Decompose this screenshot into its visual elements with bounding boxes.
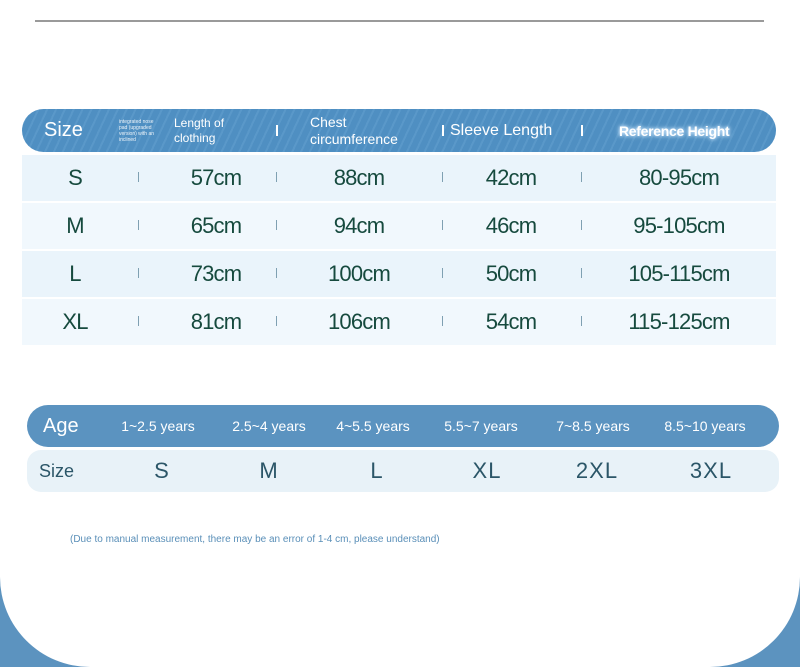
age-value: 2.5~4 years xyxy=(232,418,306,434)
cell-sleeve: 54cm xyxy=(485,309,537,334)
measurement-note: (Due to manual measurement, there may be… xyxy=(70,534,440,545)
size-row-m: M 65cm 94cm 46cm 95-105cm xyxy=(22,203,776,249)
size-value: M xyxy=(259,458,279,483)
cell-chest: 88cm xyxy=(333,165,385,190)
cell-sleeve: 42cm xyxy=(485,165,537,190)
cell-sleeve: 46cm xyxy=(485,213,537,238)
row-separator xyxy=(442,316,443,326)
cell-size: L xyxy=(69,261,81,286)
cell-sleeve: 50cm xyxy=(485,261,537,286)
cell-length: 81cm xyxy=(190,309,242,334)
size-value: L xyxy=(370,458,384,483)
row-separator xyxy=(276,220,277,230)
top-divider xyxy=(35,20,764,22)
cell-chest: 94cm xyxy=(333,213,385,238)
age-size-row: Size S M L XL 2XL 3XL xyxy=(27,450,779,492)
cell-length: 73cm xyxy=(190,261,242,286)
cell-size: XL xyxy=(62,309,88,334)
row-separator xyxy=(442,172,443,182)
size-row-l: L 73cm 100cm 50cm 105-115cm xyxy=(22,251,776,297)
row-separator xyxy=(276,268,277,278)
age-value: 8.5~10 years xyxy=(664,418,746,434)
size-value: S xyxy=(154,458,170,483)
row-separator xyxy=(138,268,139,278)
cell-chest: 100cm xyxy=(327,261,391,286)
cell-length: 57cm xyxy=(190,165,242,190)
row-separator xyxy=(581,268,582,278)
header-chest: Chest circumference xyxy=(310,113,398,147)
row-separator xyxy=(442,220,443,230)
age-value: 5.5~7 years xyxy=(444,418,518,434)
size-value: XL xyxy=(472,458,502,483)
age-value: 7~8.5 years xyxy=(556,418,630,434)
header-sleeve: Sleeve Length xyxy=(450,121,553,139)
header-reference-height: Reference Height xyxy=(619,122,730,139)
cell-chest: 106cm xyxy=(327,309,391,334)
header-size: Size xyxy=(44,119,83,141)
cell-size: S xyxy=(68,165,83,190)
header-length: Length of clothing xyxy=(174,115,225,145)
row-separator xyxy=(581,316,582,326)
header-tiny-note: integrated nose pad (upgraded version) w… xyxy=(119,118,155,143)
age-label: Age xyxy=(43,414,79,437)
row-separator xyxy=(138,172,139,182)
size-value: 2XL xyxy=(575,458,619,483)
row-separator xyxy=(276,172,277,182)
cell-height: 115-125cm xyxy=(628,309,730,334)
row-separator xyxy=(138,220,139,230)
size-row-xl: XL 81cm 106cm 54cm 115-125cm xyxy=(22,299,776,345)
row-separator xyxy=(442,268,443,278)
size-value: 3XL xyxy=(689,458,733,483)
cell-length: 65cm xyxy=(190,213,242,238)
age-value: 4~5.5 years xyxy=(336,418,410,434)
header-separator xyxy=(276,125,278,136)
age-value: 1~2.5 years xyxy=(121,418,195,434)
size-row-s: S 57cm 88cm 42cm 80-95cm xyxy=(22,155,776,201)
row-separator xyxy=(138,316,139,326)
size-label: Size xyxy=(39,460,75,481)
header-separator xyxy=(442,125,444,136)
cell-height: 105-115cm xyxy=(628,261,730,286)
row-separator xyxy=(581,172,582,182)
size-table-header: Size integrated nose pad (upgraded versi… xyxy=(22,109,776,152)
row-separator xyxy=(581,220,582,230)
cell-size: M xyxy=(66,213,84,238)
cell-height: 80-95cm xyxy=(639,165,720,190)
row-separator xyxy=(276,316,277,326)
size-chart-card: Size integrated nose pad (upgraded versi… xyxy=(0,0,800,667)
cell-height: 95-105cm xyxy=(633,213,725,238)
age-table-header: Age 1~2.5 years 2.5~4 years 4~5.5 years … xyxy=(27,405,779,447)
header-separator xyxy=(581,125,583,136)
